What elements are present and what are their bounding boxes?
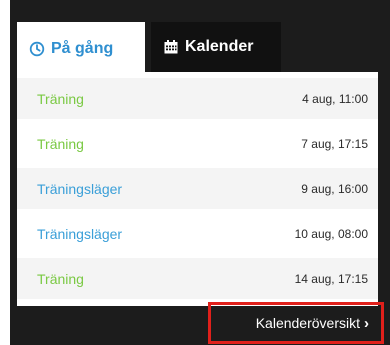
event-title[interactable]: Träning bbox=[37, 271, 84, 287]
event-title[interactable]: Träningsläger bbox=[37, 181, 122, 197]
tab-pa-gang[interactable]: På gång bbox=[17, 22, 145, 75]
clock-icon bbox=[29, 41, 45, 57]
event-datetime: 4 aug, 11:00 bbox=[302, 91, 368, 106]
event-datetime: 10 aug, 08:00 bbox=[294, 226, 368, 241]
events-list: Träning 4 aug, 11:00 Träning 7 aug, 17:1… bbox=[17, 72, 378, 306]
calendar-overview-link[interactable]: Kalenderöversikt › bbox=[208, 302, 384, 344]
event-datetime: 9 aug, 16:00 bbox=[301, 181, 368, 196]
event-datetime: 14 aug, 17:15 bbox=[294, 271, 368, 286]
event-title[interactable]: Träningsläger bbox=[37, 226, 122, 242]
list-item: Träningsläger 9 aug, 16:00 bbox=[17, 168, 378, 209]
list-item: Träning 14 aug, 17:15 bbox=[17, 258, 378, 299]
event-title[interactable]: Träning bbox=[37, 91, 84, 107]
tab-kalender[interactable]: Kalender bbox=[151, 22, 281, 72]
event-title[interactable]: Träning bbox=[37, 136, 84, 152]
list-item: Träningsläger 10 aug, 08:00 bbox=[17, 213, 378, 254]
event-datetime: 7 aug, 17:15 bbox=[301, 136, 368, 151]
tab-label: Kalender bbox=[185, 38, 254, 55]
calendar-icon bbox=[163, 39, 179, 55]
tab-label: På gång bbox=[51, 39, 114, 57]
list-item: Träning 4 aug, 11:00 bbox=[17, 78, 378, 119]
list-item: Träning 7 aug, 17:15 bbox=[17, 123, 378, 164]
chevron-right-icon: › bbox=[364, 314, 369, 332]
calendar-overview-label: Kalenderöversikt bbox=[255, 315, 360, 331]
